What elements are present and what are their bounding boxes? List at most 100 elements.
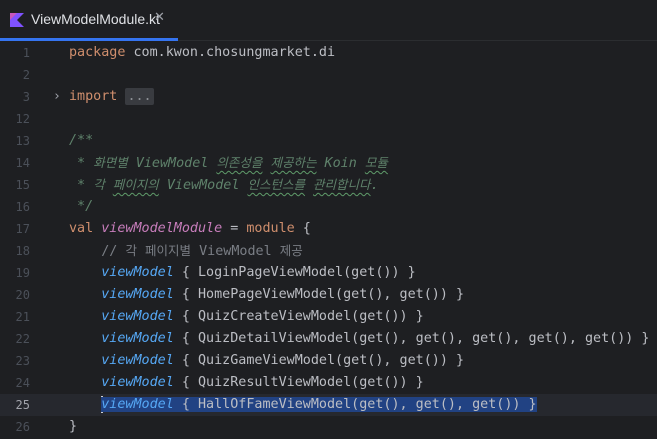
code-line: 3 › import ... [0,86,657,108]
function-call: viewModel [101,331,174,346]
comment-word: 각 [125,243,137,258]
editor-tab-bar: ViewModelModule.kt ✕ [0,0,657,41]
comment-space [137,244,145,259]
selected-text[interactable]: viewModel { HallOfFameViewModel(get(), g… [101,397,537,412]
line-number: 26 [15,420,30,434]
doc-word: 모듈 [364,155,388,170]
code-editor[interactable]: 1 package com.kwon.chosungmarket.di 2 3 … [0,41,657,439]
comment-prefix: // [101,244,126,259]
operator: = [222,221,247,236]
doc-word: 각 [93,177,105,192]
doc-space [105,178,113,193]
code-line: 12 [0,108,657,130]
closing-brace: } [69,419,78,434]
comment-word: 제공 [279,243,303,258]
code-line: 22 viewModel { QuizDetailViewModel(get()… [0,328,657,350]
code-line: 14 * 화면별 ViewModel 의존성을 제공하는 Koin 모듈 [0,152,657,174]
code-text: viewModel { QuizCreateViewModel(get()) } [69,306,424,328]
code-line: 1 package com.kwon.chosungmarket.di [0,42,657,64]
doc-word: 인스턴스를 [247,177,305,192]
code-rest: { QuizDetailViewModel(get(), get(), get(… [173,331,650,346]
code-line: 15 * 각 페이지의 ViewModel 인스턴스를 관리합니다. [0,174,657,196]
line-comment: // 각 페이지별 ViewModel 제공 [69,240,303,262]
code-line: 26 } [0,416,657,438]
tab-viewmodelmodule[interactable]: ViewModelModule.kt ✕ [0,0,178,41]
code-line: 20 viewModel { HomePageViewModel(get(), … [0,284,657,306]
line-number: 19 [15,266,30,280]
line-number: 22 [15,332,30,346]
code-text: package com.kwon.chosungmarket.di [69,42,335,64]
doc-word: 페이지의 [112,177,159,192]
comment-word: ViewModel [191,244,280,259]
function-call: module [246,221,295,236]
line-number: 18 [15,244,30,258]
close-icon[interactable]: ✕ [154,10,165,25]
keyword: package [69,45,126,60]
function-call: viewModel [101,353,174,368]
code-rest: { QuizResultViewModel(get()) } [173,375,424,390]
code-text: viewModel { HomePageViewModel(get(), get… [69,284,464,306]
code-text: viewModel { QuizDetailViewModel(get(), g… [69,328,649,350]
function-call: viewModel [101,375,174,390]
code-rest: { LoginPageViewModel(get()) } [173,265,416,280]
code-text: import ... [69,86,154,108]
code-line: 23 viewModel { QuizGameViewModel(get(), … [0,350,657,372]
line-number: 21 [15,310,30,324]
doc-word: 의존성을 [216,155,263,170]
code-text: viewModel { QuizResultViewModel(get()) } [69,372,424,394]
line-number: 23 [15,354,30,368]
code-rest: { HallOfFameViewModel(get(), get(), get(… [173,397,537,412]
code-line: 17 val viewModelModule = module { [0,218,657,240]
keyword: import [69,89,118,104]
function-call: viewModel [101,309,174,324]
code-rest: { HomePageViewModel(get(), get()) } [173,287,465,302]
code-rest: { QuizCreateViewModel(get()) } [173,309,424,324]
doc-word: ViewModel [158,178,248,193]
code-text: viewModel { LoginPageViewModel(get()) } [69,262,416,284]
comment-word: 페이지별 [145,243,192,258]
package-name: com.kwon.chosungmarket.di [125,45,336,60]
code-line: 16 */ [0,196,657,218]
chevron-right-icon[interactable]: › [53,86,61,108]
line-number: 25 [15,398,30,412]
tab-title: ViewModelModule.kt [31,11,160,27]
function-call: viewModel [101,287,174,302]
function-call: viewModel [101,265,174,280]
code-line: 19 viewModel { LoginPageViewModel(get())… [0,262,657,284]
doc-word: 화면별 [93,155,128,170]
code-text: val viewModelModule = module { [69,218,311,240]
doc-word: 관리합니다 [313,177,371,192]
doc-space [305,178,313,193]
line-number: 14 [15,156,30,170]
doc-star: * [69,178,94,193]
code-line: 13 /** [0,130,657,152]
doc-comment: */ [69,199,94,214]
code-rest: { QuizGameViewModel(get(), get()) } [173,353,465,368]
doc-comment: /** [69,133,94,148]
code-text: viewModel { QuizGameViewModel(get(), get… [69,350,464,372]
line-number: 12 [15,112,30,126]
kotlin-file-icon [10,13,24,27]
line-number: 16 [15,200,30,214]
doc-comment: * 각 페이지의 ViewModel 인스턴스를 관리합니다. [69,174,379,196]
doc-word: Koin [316,156,365,171]
folded-imports[interactable]: ... [125,88,154,105]
line-number: 15 [15,178,30,192]
keyword: val [69,221,94,236]
code-line: 18 // 각 페이지별 ViewModel 제공 [0,240,657,262]
line-number: 13 [15,134,30,148]
doc-word: 제공하는 [270,155,317,170]
code-line: 24 viewModel { QuizResultViewModel(get()… [0,372,657,394]
code-line: 2 [0,64,657,86]
line-number: 3 [22,90,30,104]
brace: { [294,221,311,236]
function-call: viewModel [101,397,174,412]
line-number: 20 [15,288,30,302]
code-line: 21 viewModel { QuizCreateViewModel(get()… [0,306,657,328]
code-text: viewModel { HallOfFameViewModel(get(), g… [69,394,537,416]
line-number: 1 [22,46,30,60]
line-number: 2 [22,68,30,82]
doc-star: * [69,156,94,171]
property-name: viewModelModule [101,221,223,236]
